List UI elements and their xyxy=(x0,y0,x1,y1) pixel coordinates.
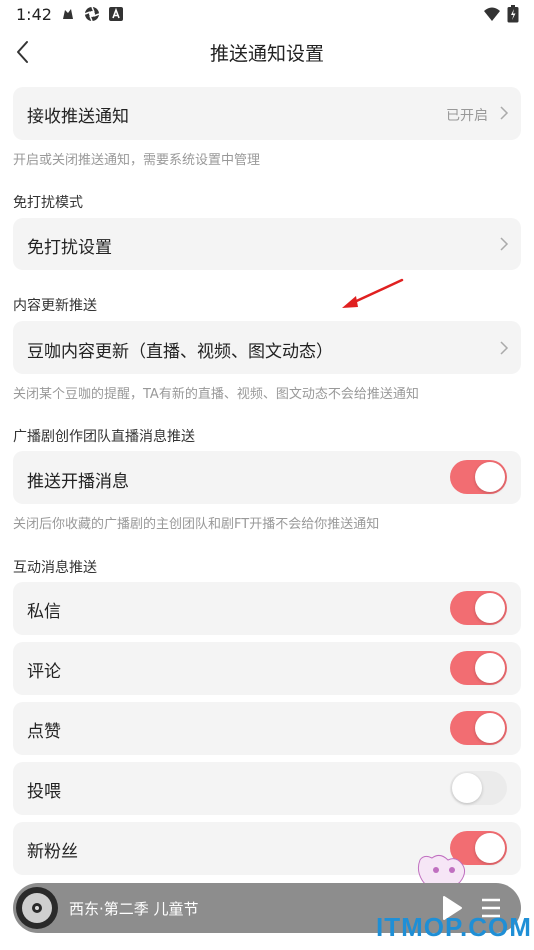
nav-bar: 推送通知设置 xyxy=(0,30,534,74)
dnd-settings-row[interactable]: 免打扰设置 xyxy=(13,218,521,270)
feed-label: 投喂 xyxy=(27,782,61,802)
now-playing-title: 西东·第二季 儿童节 xyxy=(69,900,199,918)
comment-toggle[interactable] xyxy=(450,651,507,685)
radio-drama-push-toggle[interactable] xyxy=(450,460,507,494)
radio-drama-push-hint: 关闭后你收藏的广播剧的主创团队和剧FT开播不会给你推送通知 xyxy=(13,517,380,532)
toggle-knob xyxy=(475,713,505,743)
status-time: 1:42 xyxy=(16,5,52,24)
list-item-comment: 评论 xyxy=(13,642,521,695)
content-update-row[interactable]: 豆咖内容更新（直播、视频、图文动态） xyxy=(13,321,521,374)
chevron-right-icon xyxy=(500,106,509,120)
content-update-label: 豆咖内容更新（直播、视频、图文动态） xyxy=(27,342,333,362)
new-fans-label: 新粉丝 xyxy=(27,842,78,862)
dnd-section-title: 免打扰模式 xyxy=(13,195,83,211)
private-message-label: 私信 xyxy=(27,602,61,622)
toggle-knob xyxy=(475,462,505,492)
like-label: 点赞 xyxy=(27,722,61,742)
battery-icon xyxy=(507,5,519,23)
page-title: 推送通知设置 xyxy=(209,43,324,65)
toggle-knob xyxy=(475,653,505,683)
content-update-section-title: 内容更新推送 xyxy=(13,298,97,314)
chevron-right-icon xyxy=(500,341,509,355)
receive-push-hint: 开启或关闭推送通知，需要系统设置中管理 xyxy=(13,153,261,168)
watermark: ITMOP.COM xyxy=(376,912,532,942)
notification-icon xyxy=(63,9,73,19)
radio-drama-section-title: 广播剧创作团队直播消息推送 xyxy=(13,429,195,445)
radio-drama-push-label: 推送开播消息 xyxy=(27,472,129,492)
chevron-right-icon xyxy=(500,237,509,251)
list-item-private-message: 私信 xyxy=(13,582,521,635)
feed-toggle[interactable] xyxy=(450,771,507,805)
album-disc-icon xyxy=(16,887,58,929)
receive-push-row[interactable]: 接收推送通知 已开启 xyxy=(13,87,521,140)
toggle-knob xyxy=(475,833,505,863)
app-icon xyxy=(84,6,100,22)
radio-drama-push-row: 推送开播消息 xyxy=(13,451,521,504)
list-item-like: 点赞 xyxy=(13,702,521,755)
content-update-hint: 关闭某个豆咖的提醒，TA有新的直播、视频、图文动态不会给推送通知 xyxy=(13,387,419,402)
toggle-knob xyxy=(475,593,505,623)
status-bar: 1:42 xyxy=(0,0,534,30)
comment-label: 评论 xyxy=(27,662,61,682)
interaction-section-title: 互动消息推送 xyxy=(13,560,97,576)
list-item-feed: 投喂 xyxy=(13,762,521,815)
like-toggle[interactable] xyxy=(450,711,507,745)
dnd-settings-label: 免打扰设置 xyxy=(27,238,112,258)
private-message-toggle[interactable] xyxy=(450,591,507,625)
receive-push-status: 已开启 xyxy=(446,108,488,124)
toggle-knob xyxy=(452,773,482,803)
wifi-icon xyxy=(484,7,500,21)
annotation-arrow-icon xyxy=(342,278,404,308)
receive-push-label: 接收推送通知 xyxy=(27,107,129,127)
a-icon xyxy=(109,7,123,21)
